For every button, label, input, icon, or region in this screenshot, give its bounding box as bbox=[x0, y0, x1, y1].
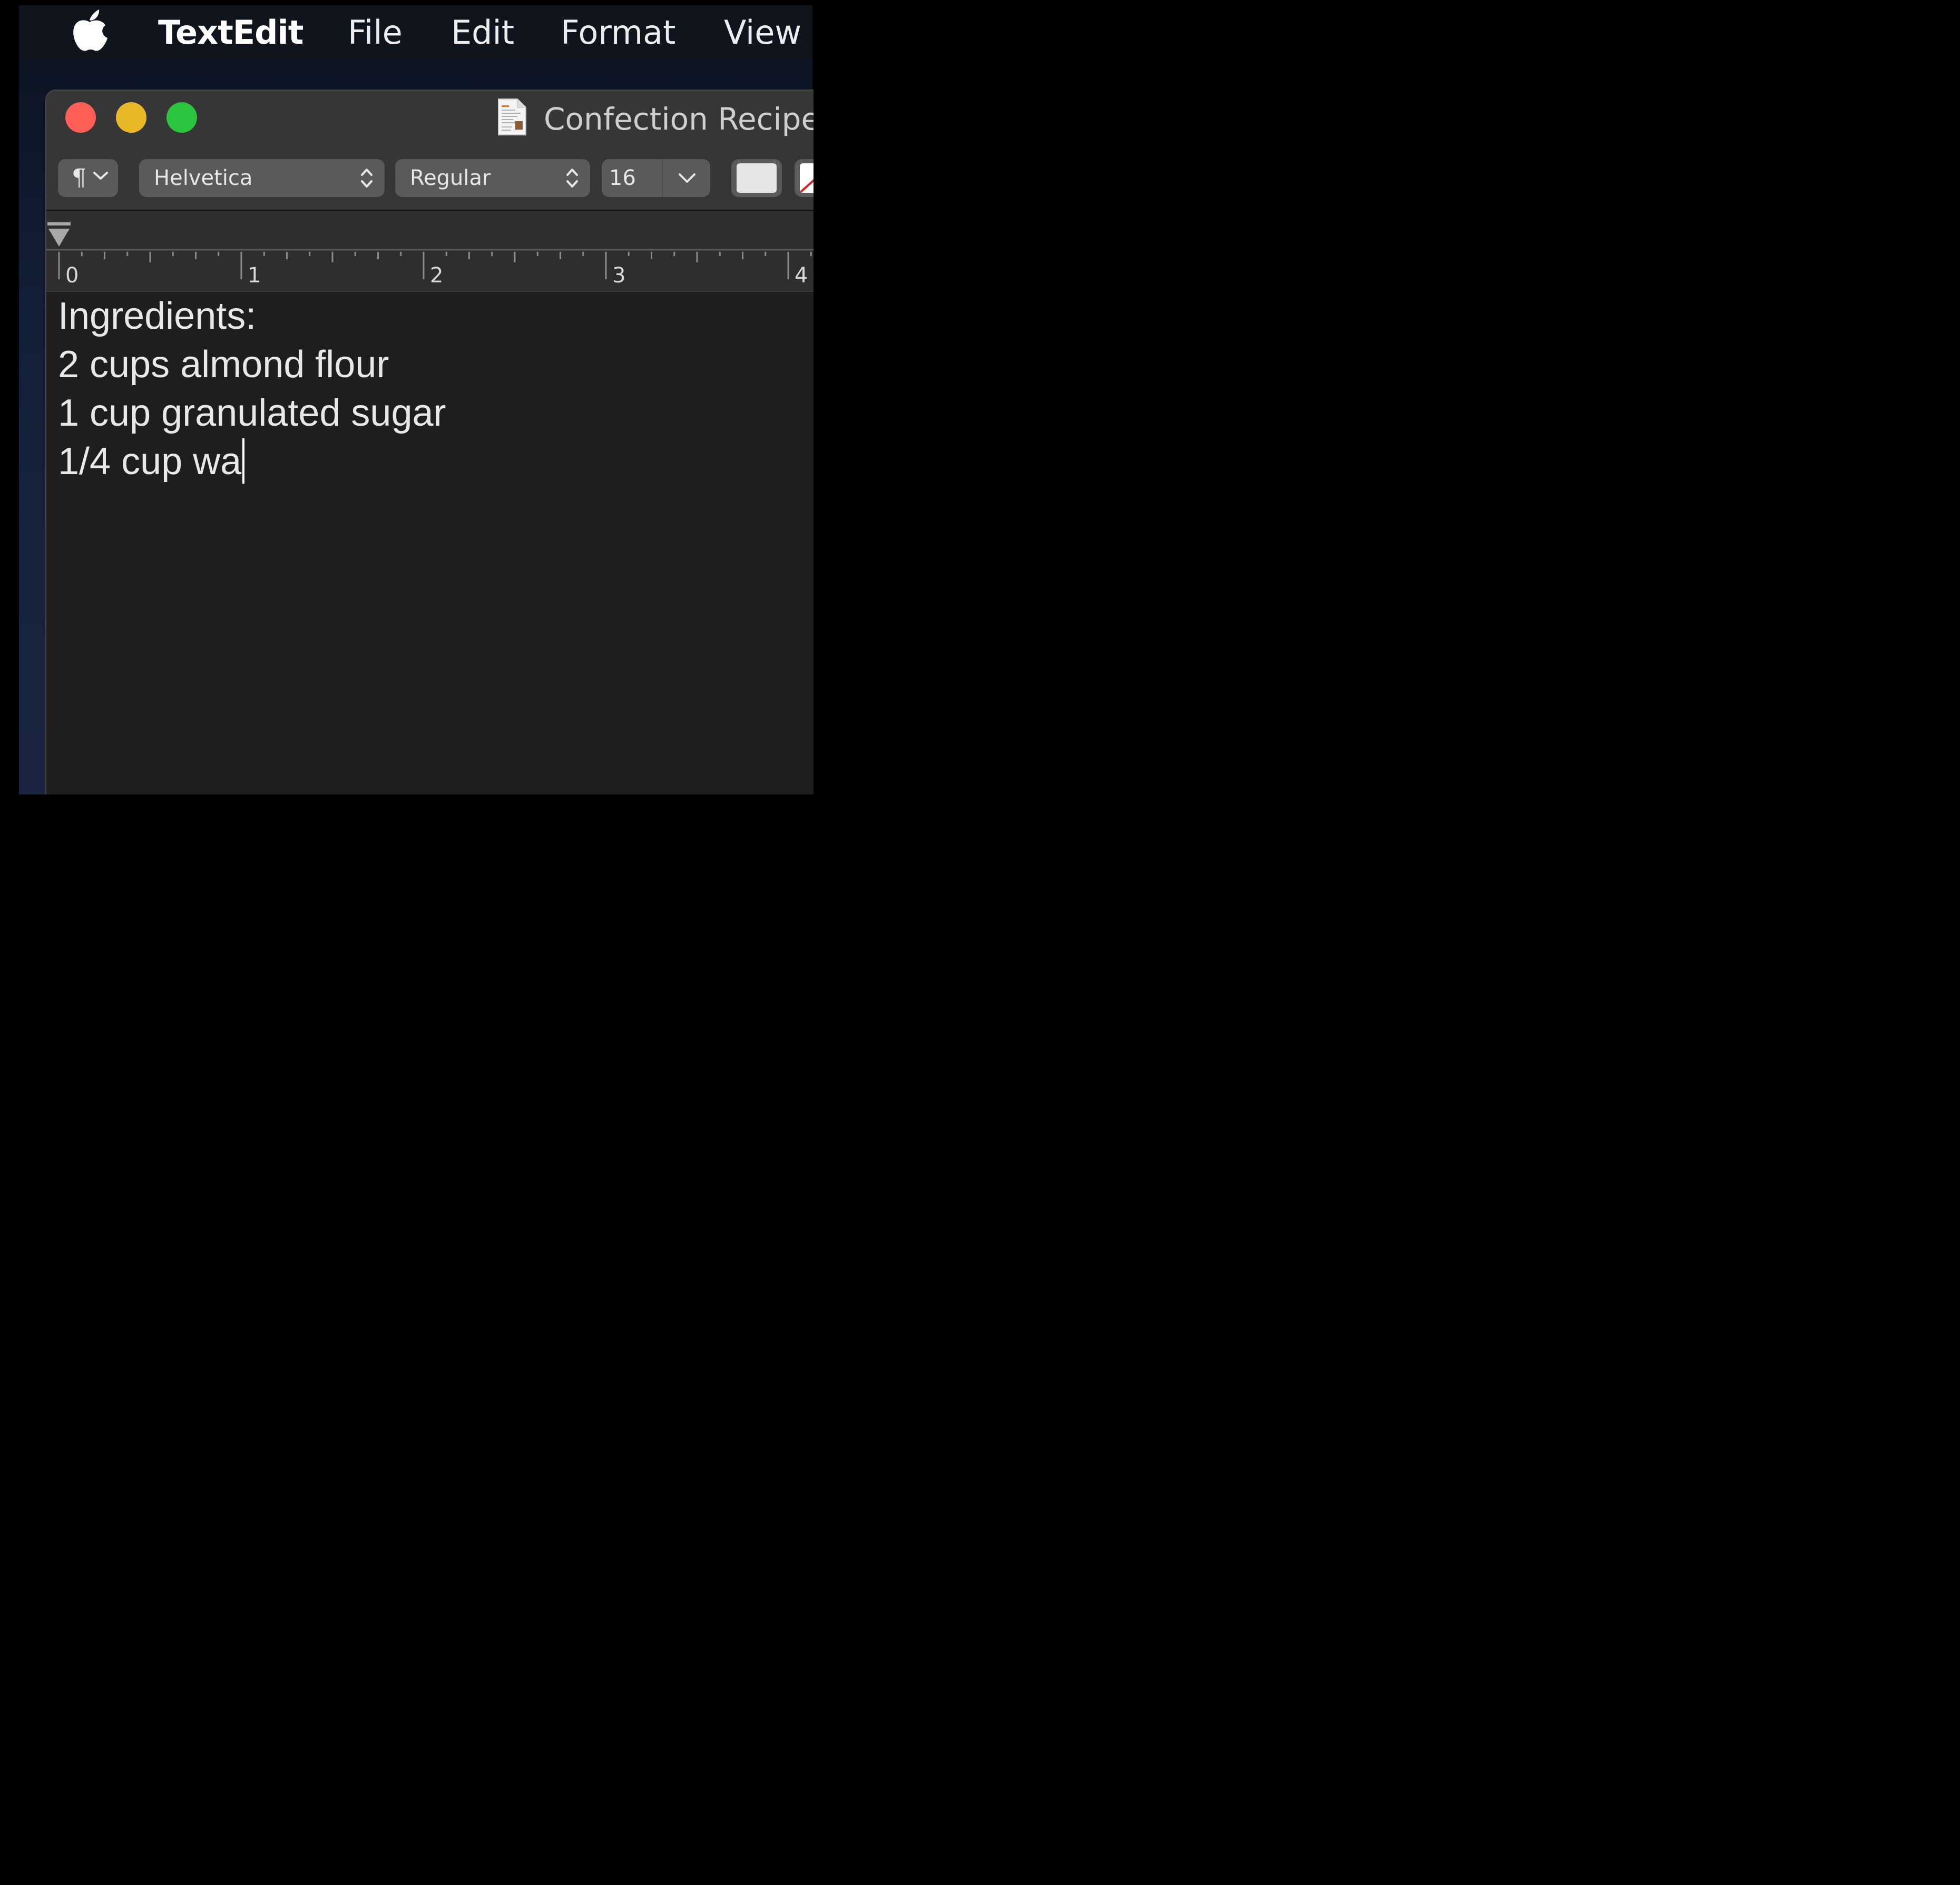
up-down-chevron-icon bbox=[566, 169, 578, 188]
apple-logo-icon[interactable] bbox=[71, 8, 109, 52]
document-line: 2 cups almond flour bbox=[58, 343, 389, 386]
textedit-window: Confection Recipe ¶ Helvetica Regular 16… bbox=[45, 90, 814, 794]
menu-file[interactable]: File bbox=[348, 12, 403, 54]
zoom-button[interactable] bbox=[166, 102, 197, 133]
menu-format[interactable]: Format bbox=[561, 12, 675, 54]
ruler-scale: 0 1 2 3 4 bbox=[46, 222, 814, 288]
text-color-well[interactable] bbox=[731, 159, 782, 197]
font-size-combo[interactable]: 16 bbox=[602, 159, 710, 197]
ruler-tick-label: 0 bbox=[65, 263, 79, 288]
menu-bar bbox=[19, 5, 812, 60]
chevron-down-icon[interactable] bbox=[678, 172, 697, 184]
document-line-text: 1/4 cup wa bbox=[58, 440, 242, 483]
no-color-swatch-icon bbox=[800, 163, 814, 193]
ruler-tick-label: 1 bbox=[248, 263, 261, 288]
title-bar: Confection Recipe ¶ Helvetica Regular 16 bbox=[46, 91, 814, 211]
combo-divider bbox=[662, 159, 663, 197]
font-size-value[interactable]: 16 bbox=[609, 159, 636, 197]
ruler-tick-label: 3 bbox=[612, 263, 625, 288]
close-button[interactable] bbox=[65, 102, 96, 133]
up-down-chevron-icon bbox=[361, 169, 373, 188]
background-color-well[interactable] bbox=[795, 159, 814, 197]
menu-view[interactable]: View bbox=[724, 12, 801, 54]
first-line-indent-marker bbox=[47, 222, 71, 225]
window-title: Confection Recipe bbox=[544, 101, 814, 137]
document-line: 1 cup granulated sugar bbox=[58, 392, 446, 434]
left-margin-marker bbox=[48, 229, 70, 247]
ruler-tick-label: 4 bbox=[795, 263, 808, 288]
font-family-value: Helvetica bbox=[154, 166, 253, 190]
rich-text-document-icon bbox=[498, 99, 526, 135]
font-family-select[interactable]: Helvetica bbox=[139, 159, 385, 197]
document-line: Ingredients: bbox=[58, 295, 257, 337]
document-text-area[interactable]: Ingredients: 2 cups almond flour 1 cup g… bbox=[46, 292, 814, 794]
screen: TextEdit File Edit Format View Confectio… bbox=[0, 0, 826, 794]
chevron-down-icon bbox=[93, 172, 108, 180]
document-line: 1/4 cup wa bbox=[58, 437, 245, 486]
ruler[interactable]: 0 1 2 3 4 bbox=[46, 211, 814, 292]
menu-app-name[interactable]: TextEdit bbox=[158, 12, 303, 54]
text-caret bbox=[242, 438, 245, 484]
menu-edit[interactable]: Edit bbox=[451, 12, 514, 54]
ruler-tick-label: 2 bbox=[430, 263, 443, 288]
minimize-button[interactable] bbox=[116, 102, 146, 133]
font-style-select[interactable]: Regular bbox=[395, 159, 590, 197]
text-color-swatch bbox=[737, 163, 777, 193]
paragraph-style-button[interactable]: ¶ bbox=[58, 159, 118, 197]
font-style-value: Regular bbox=[410, 166, 491, 190]
paragraph-icon: ¶ bbox=[72, 164, 86, 191]
